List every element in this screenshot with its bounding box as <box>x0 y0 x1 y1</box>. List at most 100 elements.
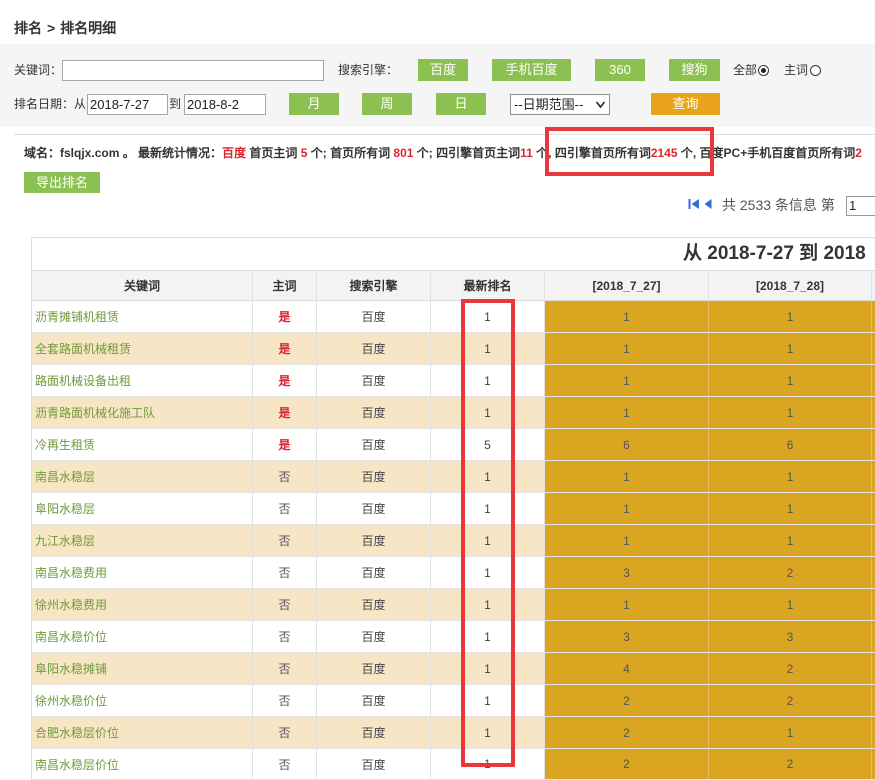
rank-2018-7-28-cell: 2 <box>709 749 872 779</box>
table-header-row: 关键词 主词 搜索引擎 最新排名 [2018_7_27] [2018_7_28] <box>32 270 875 301</box>
period-month-button[interactable]: 月 <box>289 93 339 115</box>
col-header-2018-7-28[interactable]: [2018_7_28] <box>709 271 872 300</box>
main-word-cell: 是 <box>253 333 317 364</box>
first-page-icon[interactable] <box>688 198 700 210</box>
engine-360-button[interactable]: 360 <box>595 59 645 81</box>
divider <box>14 134 875 135</box>
rank-2018-7-28-cell: 1 <box>709 301 872 332</box>
period-week-button[interactable]: 周 <box>362 93 412 115</box>
keyword-link[interactable]: 沥青路面机械化施工队 <box>32 397 253 428</box>
rank-2018-7-27-cell: 1 <box>545 493 709 524</box>
keyword-link[interactable]: 九江水稳层 <box>32 525 253 556</box>
rank-2018-7-28-cell: 2 <box>709 557 872 588</box>
table-row: 南昌水稳费用否百度 1 3 2 <box>32 557 875 589</box>
latest-rank-cell: 1 <box>431 557 545 588</box>
date-from-input[interactable] <box>87 94 168 115</box>
engine-sogou-button[interactable]: 搜狗 <box>669 59 720 81</box>
pc-mobile-home-all-label: 个, 百度PC+手机百度首页所有词 <box>677 146 856 160</box>
breadcrumb-parent[interactable]: 排名 <box>14 20 42 36</box>
main-word-cell: 否 <box>253 557 317 588</box>
pager-summary: 共 2533 条信息 第 <box>722 195 835 215</box>
col-header-latest-rank[interactable]: 最新排名 <box>431 271 545 300</box>
pc-mobile-home-all-count: 2 <box>855 146 862 160</box>
prev-page-icon[interactable] <box>704 198 712 210</box>
table-row: 南昌水稳层否百度 1 1 1 <box>32 461 875 493</box>
rank-2018-7-27-cell: 1 <box>545 333 709 364</box>
latest-rank-cell: 1 <box>431 493 545 524</box>
pager-total-prefix: 共 <box>722 197 736 213</box>
rank-2018-7-28-cell: 1 <box>709 717 872 748</box>
col-header-2018-7-27[interactable]: [2018_7_27] <box>545 271 709 300</box>
engine-mobile-baidu-button[interactable]: 手机百度 <box>492 59 571 81</box>
latest-rank-cell: 1 <box>431 621 545 652</box>
rank-2018-7-28-cell: 6 <box>709 429 872 460</box>
engine-cell: 百度 <box>317 493 431 524</box>
baidu-home-all-label: 个; 首页所有词 <box>307 146 394 160</box>
keyword-link[interactable]: 合肥水稳层价位 <box>32 717 253 748</box>
keyword-link[interactable]: 南昌水稳费用 <box>32 557 253 588</box>
rank-2018-7-28-cell: 1 <box>709 589 872 620</box>
engine-cell: 百度 <box>317 333 431 364</box>
summary-label: 。 最新统计情况： <box>119 146 223 160</box>
rank-2018-7-27-cell: 6 <box>545 429 709 460</box>
keyword-link[interactable]: 南昌水稳价位 <box>32 621 253 652</box>
rank-2018-7-28-cell: 1 <box>709 365 872 396</box>
latest-rank-cell: 1 <box>431 365 545 396</box>
keyword-link[interactable]: 路面机械设备出租 <box>32 365 253 396</box>
radio-all[interactable] <box>758 65 769 76</box>
rank-2018-7-28-cell: 1 <box>709 333 872 364</box>
date-range-select[interactable]: --日期范围-- <box>510 94 610 115</box>
rank-2018-7-28-cell: 1 <box>709 525 872 556</box>
keyword-link[interactable]: 阜阳水稳摊铺 <box>32 653 253 684</box>
engine-cell: 百度 <box>317 653 431 684</box>
col-header-engine[interactable]: 搜索引擎 <box>317 271 431 300</box>
rank-2018-7-28-cell: 1 <box>709 493 872 524</box>
engine-cell: 百度 <box>317 717 431 748</box>
rank-2018-7-27-cell: 1 <box>545 397 709 428</box>
engine-cell: 百度 <box>317 365 431 396</box>
keyword-link[interactable]: 全套路面机械租赁 <box>32 333 253 364</box>
col-header-keyword[interactable]: 关键词 <box>32 271 253 300</box>
col-header-main-word[interactable]: 主词 <box>253 271 317 300</box>
breadcrumb-separator: > <box>47 20 56 36</box>
table-row: 冷再生租赁是百度 5 6 6 <box>32 429 875 461</box>
pager-page-label: 第 <box>820 197 835 213</box>
rank-2018-7-27-cell: 2 <box>545 717 709 748</box>
keyword-link[interactable]: 冷再生租赁 <box>32 429 253 460</box>
four-engine-home-all-label: 个, 四引擎首页所有词 <box>532 146 651 160</box>
rank-2018-7-27-cell: 3 <box>545 557 709 588</box>
radio-main-word[interactable] <box>810 65 821 76</box>
keyword-link[interactable]: 南昌水稳层 <box>32 461 253 492</box>
breadcrumb: 排名 > 排名明细 <box>14 19 116 37</box>
rank-table: 从 2018-7-27 到 2018 关键词 主词 搜索引擎 最新排名 [201… <box>31 237 875 780</box>
engine-cell: 百度 <box>317 429 431 460</box>
keyword-input[interactable] <box>62 60 324 81</box>
stats-engine: 百度 <box>222 146 247 160</box>
keyword-link[interactable]: 徐州水稳价位 <box>32 685 253 716</box>
four-engine-home-main-count: 11 <box>520 146 533 160</box>
main-word-cell: 是 <box>253 429 317 460</box>
keyword-link[interactable]: 南昌水稳层价位 <box>32 749 253 779</box>
rank-2018-7-27-cell: 2 <box>545 749 709 779</box>
export-ranking-button[interactable]: 导出排名 <box>24 172 100 193</box>
page-number-input[interactable]: 1 <box>846 196 875 216</box>
latest-rank-cell: 1 <box>431 461 545 492</box>
engine-baidu-button[interactable]: 百度 <box>418 59 468 81</box>
table-row: 合肥水稳层价位否百度 1 2 1 <box>32 717 875 749</box>
rank-2018-7-28-cell: 1 <box>709 461 872 492</box>
table-row: 沥青摊铺机租赁是百度 1 1 1 <box>32 301 875 333</box>
rank-2018-7-27-cell: 1 <box>545 525 709 556</box>
engine-cell: 百度 <box>317 621 431 652</box>
breadcrumb-current: 排名明细 <box>60 20 117 36</box>
period-day-button[interactable]: 日 <box>436 93 486 115</box>
date-to-input[interactable] <box>184 94 266 115</box>
keyword-link[interactable]: 阜阳水稳层 <box>32 493 253 524</box>
keyword-link[interactable]: 沥青摊铺机租赁 <box>32 301 253 332</box>
table-row: 路面机械设备出租是百度 1 1 1 <box>32 365 875 397</box>
table-row: 全套路面机械租赁是百度 1 1 1 <box>32 333 875 365</box>
keyword-link[interactable]: 徐州水稳费用 <box>32 589 253 620</box>
query-button[interactable]: 查询 <box>651 93 720 115</box>
domain-value: fslqjx.com <box>60 146 120 160</box>
main-word-cell: 否 <box>253 525 317 556</box>
main-word-cell: 是 <box>253 365 317 396</box>
